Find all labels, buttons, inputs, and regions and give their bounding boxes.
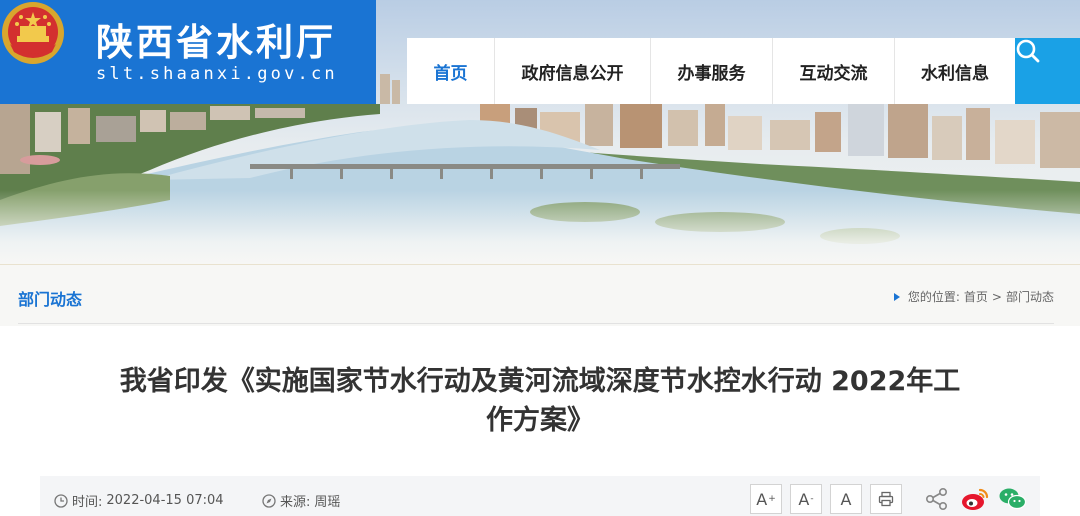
time-value: 2022-04-15 07:04 xyxy=(106,493,224,508)
share-button[interactable] xyxy=(922,484,952,514)
nav-item-home[interactable]: 首页 xyxy=(407,38,495,104)
font-smaller-button[interactable]: A- xyxy=(790,484,822,514)
page: 陕西省水利厅 slt.shaanxi.gov.cn 首页 政府信息公开 办事服务… xyxy=(0,0,1080,516)
breadcrumb-home-link[interactable]: 首页 xyxy=(964,288,988,305)
font-smaller-mark: - xyxy=(810,494,814,504)
font-larger-button[interactable]: A + xyxy=(750,484,782,514)
wechat-share-button[interactable] xyxy=(998,484,1028,514)
font-default-button[interactable]: A xyxy=(830,484,862,514)
breadcrumb-current-link[interactable]: 部门动态 xyxy=(1006,288,1054,305)
font-larger-mark: + xyxy=(768,494,776,504)
article-title: 我省印发《实施国家节水行动及黄河流域深度节水控水行动 2022年工 作方案》 xyxy=(40,362,1040,440)
main-nav: 首页 政府信息公开 办事服务 互动交流 水利信息 xyxy=(407,38,1015,104)
print-button[interactable] xyxy=(870,484,902,514)
section-title: 部门动态 xyxy=(18,290,83,309)
nav-item-water-info[interactable]: 水利信息 xyxy=(895,38,1015,104)
article-title-line-2: 作方案》 xyxy=(486,405,594,436)
site-domain: slt.shaanxi.gov.cn xyxy=(96,64,338,84)
compass-icon xyxy=(262,493,276,508)
weibo-icon xyxy=(962,488,989,510)
font-larger-label: A xyxy=(756,489,768,509)
article-title-line-1: 我省印发《实施国家节水行动及黄河流域深度节水控水行动 2022年工 xyxy=(119,366,961,397)
nav-item-services[interactable]: 办事服务 xyxy=(651,38,773,104)
breadcrumb-arrow-icon xyxy=(893,292,900,301)
print-icon xyxy=(878,491,894,507)
share-icon xyxy=(925,487,948,510)
breadcrumb-prefix: 您的位置: xyxy=(907,290,960,304)
section-divider xyxy=(18,323,1054,324)
font-smaller-label: A xyxy=(798,489,810,509)
search-button[interactable] xyxy=(1015,38,1080,104)
article-source: 来源: 周瑶 xyxy=(262,491,340,510)
weibo-share-button[interactable] xyxy=(960,484,990,514)
section-header: 部门动态 您的位置: 首页 > 部门动态 xyxy=(0,264,1080,326)
site-title: 陕西省水利厅 xyxy=(96,21,336,64)
banner-fade xyxy=(0,190,1080,264)
breadcrumb: 您的位置: 首页 > 部门动态 xyxy=(893,288,1054,305)
wechat-icon xyxy=(999,488,1027,510)
publish-time: 时间: 2022-04-15 07:04 xyxy=(54,491,224,510)
clock-icon xyxy=(54,493,68,508)
nav-item-interaction[interactable]: 互动交流 xyxy=(773,38,895,104)
time-label: 时间: xyxy=(72,495,103,510)
article-meta-bar: 时间: 2022-04-15 07:04 来源: 周瑶 A + A- A xyxy=(40,476,1040,516)
source-label: 来源: xyxy=(280,495,311,510)
font-default-label: A xyxy=(840,489,852,509)
banner: 陕西省水利厅 slt.shaanxi.gov.cn 首页 政府信息公开 办事服务… xyxy=(0,0,1080,264)
source-value: 周瑶 xyxy=(314,495,341,510)
national-emblem-icon xyxy=(2,2,64,64)
site-logo[interactable]: 陕西省水利厅 slt.shaanxi.gov.cn xyxy=(0,0,376,104)
nav-item-gov-info[interactable]: 政府信息公开 xyxy=(495,38,651,104)
search-icon xyxy=(1016,39,1040,63)
breadcrumb-separator: > xyxy=(991,289,1002,304)
